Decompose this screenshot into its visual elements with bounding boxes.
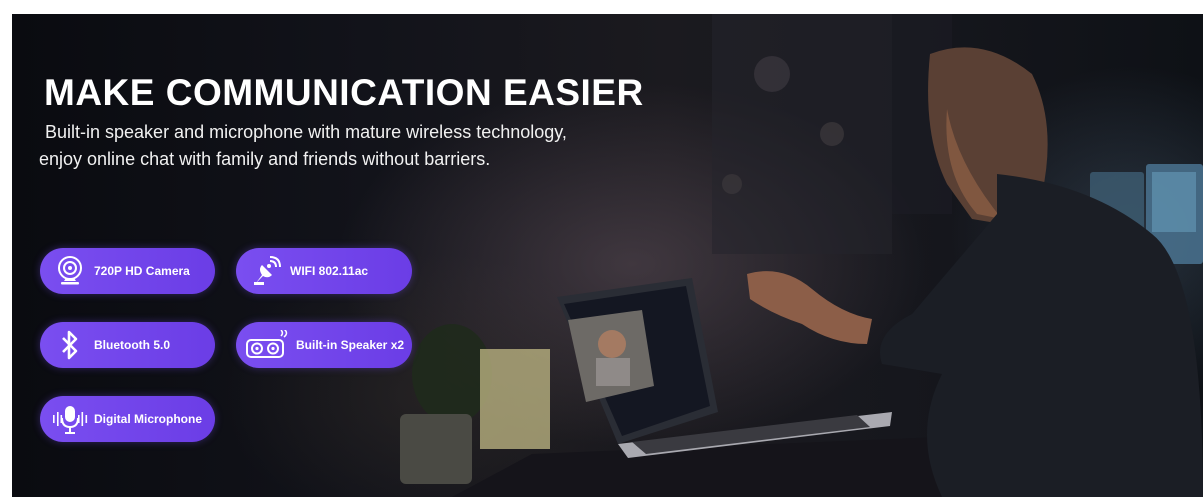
speaker-icon xyxy=(244,325,292,365)
box xyxy=(480,349,550,449)
person-hand xyxy=(747,271,872,344)
webcam-icon xyxy=(50,251,90,291)
page-frame: MAKE COMMUNICATION EASIER Built-in speak… xyxy=(0,0,1203,497)
feature-label: WIFI 802.11ac xyxy=(290,264,369,278)
feature-label: Built-in Speaker x2 xyxy=(296,338,405,352)
window-glow xyxy=(712,14,892,254)
promo-banner: MAKE COMMUNICATION EASIER Built-in speak… xyxy=(12,14,1203,497)
plant-pot xyxy=(400,414,472,484)
bokeh-light xyxy=(820,122,844,146)
caller-face xyxy=(598,330,626,358)
bokeh-light xyxy=(722,174,742,194)
bluetooth-icon xyxy=(50,325,90,365)
bokeh-light xyxy=(754,56,790,92)
headline: MAKE COMMUNICATION EASIER xyxy=(44,72,644,113)
microphone-icon xyxy=(50,399,90,439)
feature-label: 720P HD Camera xyxy=(94,264,190,278)
feature-pill-microphone: Digital Microphone xyxy=(40,396,215,442)
subline-2: enjoy online chat with family and friend… xyxy=(39,149,491,169)
feature-label: Bluetooth 5.0 xyxy=(94,338,171,352)
subline-1: Built-in speaker and microphone with mat… xyxy=(45,122,567,142)
feature-pill-camera: 720P HD Camera xyxy=(40,248,215,294)
feature-pill-wifi: WIFI 802.11ac xyxy=(236,248,412,294)
wifi-satellite-icon xyxy=(246,251,286,291)
feature-pill-speaker: Built-in Speaker x2 xyxy=(236,322,412,368)
feature-pill-bluetooth: Bluetooth 5.0 xyxy=(40,322,215,368)
feature-label: Digital Microphone xyxy=(94,412,202,426)
